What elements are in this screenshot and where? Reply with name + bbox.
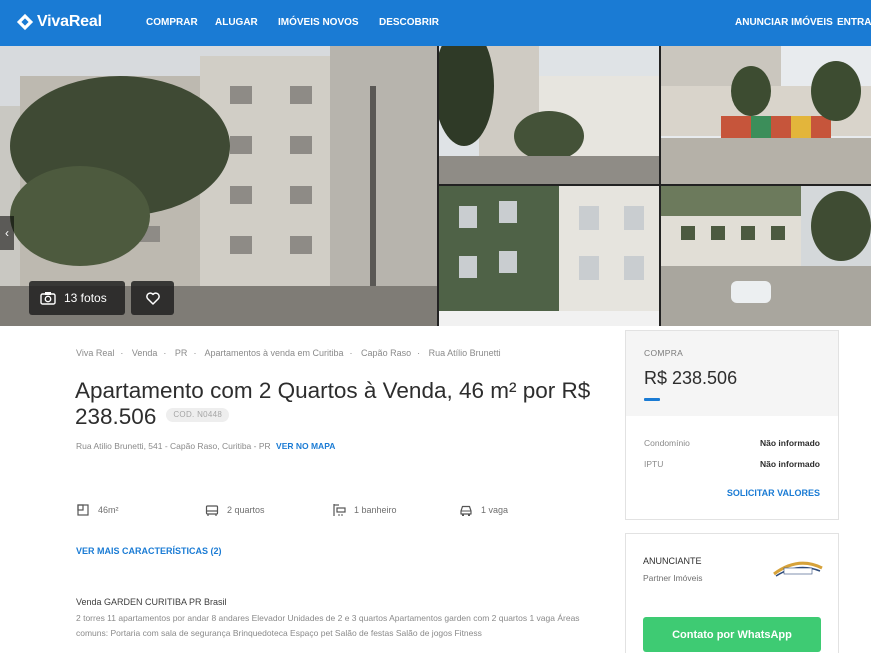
breadcrumb-item[interactable]: PR xyxy=(175,348,188,358)
listing-code-badge: COD. N0448 xyxy=(166,408,230,423)
photo-thumbnail[interactable] xyxy=(661,46,871,184)
view-on-map-link[interactable]: VER NO MAPA xyxy=(276,441,335,451)
photo-thumbnail[interactable] xyxy=(661,186,871,326)
breadcrumb: Viva Real · Venda · PR · Apartamentos à ven… xyxy=(76,348,501,358)
price-label: COMPRA xyxy=(644,348,684,358)
breadcrumb-separator: · xyxy=(120,348,124,358)
listing-title-text: Apartamento com 2 Quartos à Venda, 46 m²… xyxy=(75,378,591,429)
feature-area: 46m² xyxy=(76,503,119,517)
feature-parking: 1 vaga xyxy=(459,503,508,517)
iptu-label: IPTU xyxy=(644,459,664,469)
feature-bedrooms-label: 2 quartos xyxy=(227,505,265,515)
request-values-link[interactable]: SOLICITAR VALORES xyxy=(727,488,820,498)
top-navigation-bar: VivaReal COMPRAR ALUGAR IMÓVEIS NOVOS DE… xyxy=(0,0,871,46)
breadcrumb-item[interactable]: Viva Real xyxy=(76,348,114,358)
iptu-value: Não informado xyxy=(760,459,820,469)
feature-parking-label: 1 vaga xyxy=(481,505,509,515)
advertiser-card: ANUNCIANTE Partner Imóveis Contato por W… xyxy=(625,533,839,653)
whatsapp-contact-button[interactable]: Contato por WhatsApp xyxy=(643,617,821,652)
photos-count-label: 13 fotos xyxy=(64,291,107,305)
listing-address: Rua Atilio Brunetti, 541 - Capão Raso, C… xyxy=(76,441,335,451)
condo-fee-row: Condomínio Não informado xyxy=(644,438,820,448)
bed-icon xyxy=(205,505,219,516)
feature-area-label: 46m² xyxy=(98,505,119,515)
breadcrumb-item[interactable]: Rua Atílio Brunetti xyxy=(429,348,501,358)
nav-anunciar-imoveis[interactable]: ANUNCIAR IMÓVEIS xyxy=(735,17,833,28)
breadcrumb-separator: · xyxy=(349,348,353,358)
vivareal-logo[interactable]: VivaReal xyxy=(16,13,102,31)
logo-text: VivaReal xyxy=(37,13,102,30)
advertiser-name[interactable]: Partner Imóveis xyxy=(643,573,703,583)
advertiser-label: ANUNCIANTE xyxy=(643,556,702,566)
camera-icon xyxy=(40,292,56,305)
feature-bathrooms: 1 banheiro xyxy=(332,503,397,517)
listing-title: Apartamento com 2 Quartos à Venda, 46 m²… xyxy=(75,378,615,430)
condo-fee-label: Condomínio xyxy=(644,438,690,448)
address-text: Rua Atilio Brunetti, 541 - Capão Raso, C… xyxy=(76,441,271,451)
advertiser-logo[interactable] xyxy=(772,554,824,582)
heart-icon xyxy=(145,291,160,305)
nav-imoveis-novos[interactable]: IMÓVEIS NOVOS xyxy=(278,17,359,28)
nav-alugar[interactable]: ALUGAR xyxy=(215,17,258,28)
price-accent-line xyxy=(644,398,660,401)
description-title: Venda GARDEN CURITIBA PR Brasil xyxy=(76,597,227,607)
feature-bathrooms-label: 1 banheiro xyxy=(354,505,397,515)
breadcrumb-separator: · xyxy=(417,348,421,358)
breadcrumb-separator: · xyxy=(193,348,197,358)
price-card: COMPRA R$ 238.506 Condomínio Não informa… xyxy=(625,330,839,520)
view-more-features-link[interactable]: VER MAIS CARACTERÍSTICAS (2) xyxy=(76,546,222,556)
vivareal-logo-icon xyxy=(16,13,34,31)
photo-thumbnail[interactable] xyxy=(439,46,659,184)
area-icon xyxy=(77,504,89,516)
description-text: 2 torres 11 apartamentos por andar 8 and… xyxy=(76,613,580,638)
iptu-row: IPTU Não informado xyxy=(644,459,820,469)
nav-descobrir[interactable]: DESCOBRIR xyxy=(379,17,439,28)
photo-thumbnail[interactable] xyxy=(439,186,659,326)
price-value: R$ 238.506 xyxy=(644,368,738,388)
bath-icon xyxy=(333,504,346,516)
breadcrumb-separator: · xyxy=(163,348,167,358)
previous-photo-button[interactable]: ‹ xyxy=(0,216,14,250)
price-header: COMPRA R$ 238.506 xyxy=(626,331,838,416)
favorite-button[interactable] xyxy=(131,281,174,315)
feature-bedrooms: 2 quartos xyxy=(205,503,265,517)
nav-entrar[interactable]: ENTRAR xyxy=(837,17,871,28)
nav-comprar[interactable]: COMPRAR xyxy=(146,17,198,28)
view-photos-button[interactable]: 13 fotos xyxy=(29,281,125,315)
breadcrumb-item[interactable]: Venda xyxy=(132,348,158,358)
breadcrumb-item[interactable]: Capão Raso xyxy=(361,348,411,358)
car-icon xyxy=(460,505,472,516)
breadcrumb-item[interactable]: Apartamentos à venda em Curitiba xyxy=(204,348,343,358)
condo-fee-value: Não informado xyxy=(760,438,820,448)
